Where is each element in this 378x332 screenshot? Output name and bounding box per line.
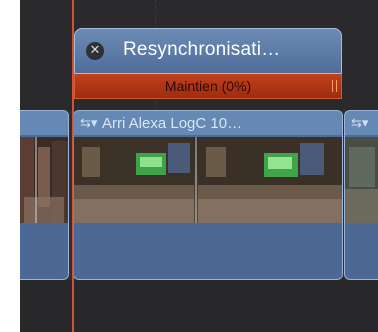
filmstrip-thumbnails [345,137,378,223]
primary-clip[interactable]: ⇆▾ Arri Alexa LogC 10… [73,110,343,280]
clip-options-icon[interactable]: ⇆▾ [80,115,97,131]
close-icon[interactable]: ✕ [86,42,104,60]
left-edge [0,0,20,332]
primary-clip-right[interactable]: ⇆▾ [344,110,378,280]
primary-clip-left[interactable] [20,110,69,280]
clip-title: Arri Alexa LogC 10… [102,115,243,132]
clip-header: ⇆▾ [345,111,378,135]
connected-clip-title: Resynchronisati… [123,39,281,60]
retime-label: Maintien (0%) [164,78,252,94]
clip-options-icon[interactable]: ⇆▾ [351,115,368,131]
filmstrip-thumbnails [20,137,68,223]
retime-bar[interactable]: Maintien (0%) [74,74,342,99]
playhead[interactable] [72,0,74,332]
clip-audio-area [20,223,68,279]
connected-clip[interactable]: ✕ Resynchronisati… Maintien (0%) [74,28,342,100]
clip-audio-area [74,223,342,279]
filmstrip-thumbnails [74,137,342,223]
retime-handle[interactable] [332,80,337,92]
connected-clip-header[interactable]: ✕ Resynchronisati… [74,28,342,74]
clip-audio-area [345,223,378,279]
clip-header: ⇆▾ Arri Alexa LogC 10… [74,111,342,135]
clip-header [20,111,68,135]
